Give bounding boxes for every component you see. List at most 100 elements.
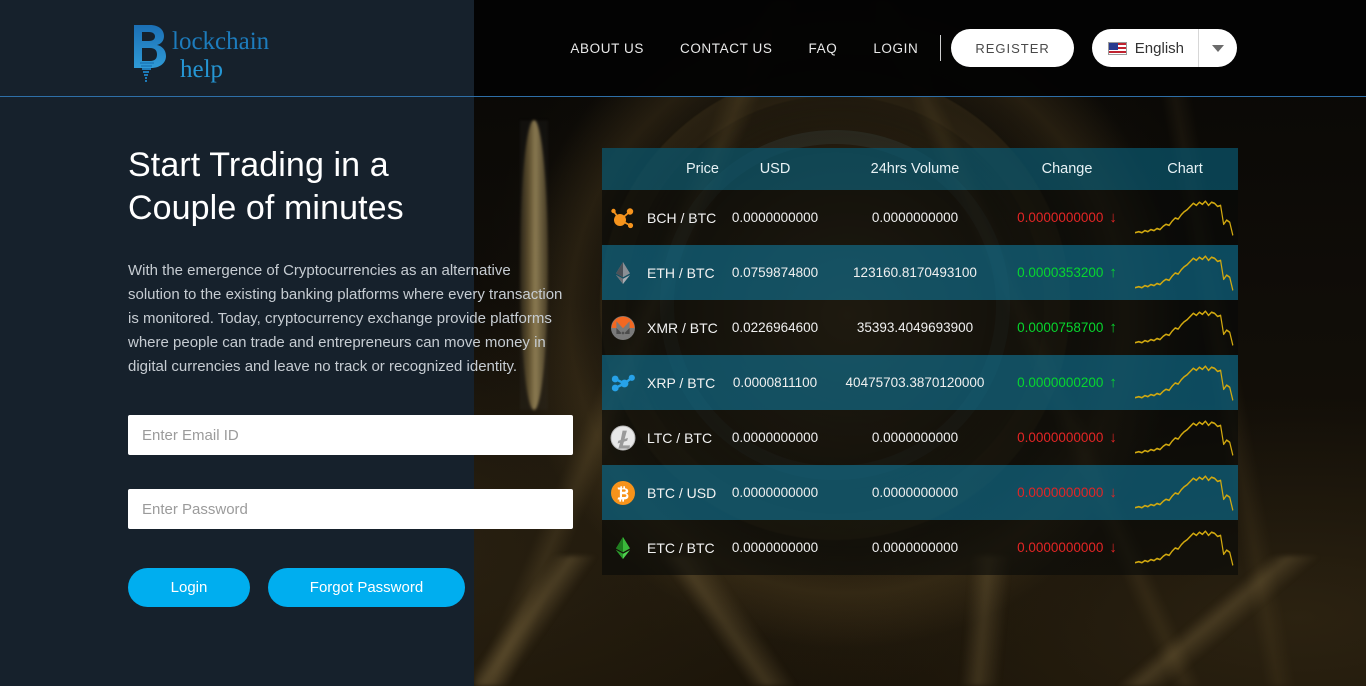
table-row[interactable]: ETH / BTC 0.0759874800 123160.8170493100… <box>602 245 1238 300</box>
forgot-password-button[interactable]: Forgot Password <box>268 568 465 607</box>
cell-pair: XRP / BTC <box>602 370 722 396</box>
pair-label: ETC / BTC <box>647 539 715 556</box>
main-nav: ABOUT US CONTACT US FAQ LOGIN REGISTER E… <box>552 0 1237 96</box>
pair-label: BTC / USD <box>647 484 717 501</box>
arrow-up-icon: ↑ <box>1109 319 1117 336</box>
email-field[interactable] <box>128 415 573 455</box>
login-form: Login Forgot Password <box>128 415 573 607</box>
change-value: 0.0000000000 <box>1017 485 1104 500</box>
cell-usd: 0.0000000000 <box>731 485 819 500</box>
page-title: Start Trading in a Couple of minutes <box>128 146 404 227</box>
column-header-volume: 24hrs Volume <box>870 161 960 177</box>
cell-change: 0.0000000000 ↓ <box>1002 540 1132 555</box>
hero-section: Start Trading in a Couple of minutes Wit… <box>128 144 573 379</box>
us-flag-icon <box>1107 41 1127 55</box>
table-body: BCH / BTC 0.0000000000 0.0000000000 0.00… <box>602 190 1238 575</box>
cell-pair: ETC / BTC <box>602 535 722 561</box>
bch-icon <box>610 205 636 231</box>
market-ticker-table: Price USD 24hrs Volume Change Chart BCH … <box>602 148 1238 575</box>
change-value: 0.0000000000 <box>1017 430 1104 445</box>
cell-usd: 0.0759874800 <box>731 265 819 280</box>
cell-sparkline <box>1132 527 1238 569</box>
cell-pair: BCH / BTC <box>602 205 722 231</box>
page-root: lockchain help ABOUT US CONTACT US FAQ L… <box>0 0 1366 686</box>
login-button[interactable]: Login <box>128 568 250 607</box>
arrow-down-icon: ↓ <box>1109 484 1117 501</box>
language-current[interactable]: English <box>1092 29 1199 67</box>
etc-icon <box>610 535 636 561</box>
table-row[interactable]: BTC / USD 0.0000000000 0.0000000000 0.00… <box>602 465 1238 520</box>
cell-volume: 35393.4049693900 <box>856 320 974 335</box>
table-header-row: Price USD 24hrs Volume Change Chart <box>602 148 1238 190</box>
cell-usd: 0.0000811100 <box>732 375 818 390</box>
table-row[interactable]: XRP / BTC 0.0000811100 40475703.38701200… <box>602 355 1238 410</box>
cell-sparkline <box>1132 307 1238 349</box>
cell-volume: 40475703.3870120000 <box>845 375 985 390</box>
column-header-change: Change <box>1041 161 1093 177</box>
nav-item-faq[interactable]: FAQ <box>791 41 856 56</box>
cell-volume: 0.0000000000 <box>871 430 959 445</box>
nav-item-login[interactable]: LOGIN <box>855 41 936 56</box>
column-header-chart: Chart <box>1167 161 1203 177</box>
eth-icon <box>610 260 636 286</box>
form-button-row: Login Forgot Password <box>128 568 573 607</box>
language-dropdown-toggle[interactable] <box>1199 29 1237 67</box>
cell-change: 0.0000353200 ↑ <box>1002 265 1132 280</box>
pair-label: XMR / BTC <box>647 319 718 336</box>
change-value: 0.0000353200 <box>1017 265 1104 280</box>
xrp-icon <box>610 370 636 396</box>
arrow-down-icon: ↓ <box>1109 429 1117 446</box>
svg-text:lockchain: lockchain <box>172 28 270 55</box>
cell-pair: LTC / BTC <box>602 425 722 451</box>
brand-logo[interactable]: lockchain help <box>128 22 328 84</box>
column-header-price: Price <box>685 161 719 177</box>
change-value: 0.0000000000 <box>1017 210 1104 225</box>
register-button[interactable]: REGISTER <box>951 29 1074 67</box>
cell-change: 0.0000758700 ↑ <box>1002 320 1132 335</box>
cell-pair: XMR / BTC <box>602 315 722 341</box>
table-row[interactable]: BCH / BTC 0.0000000000 0.0000000000 0.00… <box>602 190 1238 245</box>
cell-volume: 0.0000000000 <box>871 485 959 500</box>
cell-usd: 0.0000000000 <box>731 540 819 555</box>
arrow-up-icon: ↑ <box>1109 374 1117 391</box>
btc-icon <box>610 480 636 506</box>
language-label: English <box>1134 39 1184 57</box>
change-value: 0.0000000200 <box>1017 375 1104 390</box>
pair-label: LTC / BTC <box>647 429 713 446</box>
table-row[interactable]: XMR / BTC 0.0226964600 35393.4049693900 … <box>602 300 1238 355</box>
arrow-down-icon: ↓ <box>1109 209 1117 226</box>
cell-volume: 0.0000000000 <box>871 210 959 225</box>
cell-volume: 123160.8170493100 <box>853 265 977 280</box>
cell-usd: 0.0226964600 <box>731 320 819 335</box>
cell-pair: BTC / USD <box>602 480 722 506</box>
cell-volume: 0.0000000000 <box>871 540 959 555</box>
background-bottom-coins <box>474 556 1366 686</box>
cell-sparkline <box>1132 252 1238 294</box>
cell-usd: 0.0000000000 <box>731 210 819 225</box>
arrow-up-icon: ↑ <box>1109 264 1117 281</box>
nav-divider <box>940 35 942 61</box>
pair-label: XRP / BTC <box>647 374 716 391</box>
arrow-down-icon: ↓ <box>1109 539 1117 556</box>
ltc-icon <box>610 425 636 451</box>
chevron-down-icon <box>1212 44 1224 52</box>
cell-change: 0.0000000000 ↓ <box>1002 430 1132 445</box>
language-selector[interactable]: English <box>1091 29 1237 67</box>
column-header-usd: USD <box>759 161 791 177</box>
xmr-icon <box>610 315 636 341</box>
hero-paragraph: With the emergence of Cryptocurrencies a… <box>128 262 563 375</box>
cell-usd: 0.0000000000 <box>731 430 819 445</box>
cell-change: 0.0000000000 ↓ <box>1002 485 1132 500</box>
change-value: 0.0000000000 <box>1017 540 1104 555</box>
cell-sparkline <box>1132 362 1238 404</box>
cell-pair: ETH / BTC <box>602 260 722 286</box>
cell-change: 0.0000000000 ↓ <box>1002 210 1132 225</box>
password-field[interactable] <box>128 489 573 529</box>
nav-item-about-us[interactable]: ABOUT US <box>552 41 662 56</box>
nav-item-contact-us[interactable]: CONTACT US <box>662 41 791 56</box>
table-row[interactable]: ETC / BTC 0.0000000000 0.0000000000 0.00… <box>602 520 1238 575</box>
cell-sparkline <box>1132 417 1238 459</box>
change-value: 0.0000758700 <box>1017 320 1104 335</box>
svg-text:help: help <box>180 56 223 83</box>
table-row[interactable]: LTC / BTC 0.0000000000 0.0000000000 0.00… <box>602 410 1238 465</box>
